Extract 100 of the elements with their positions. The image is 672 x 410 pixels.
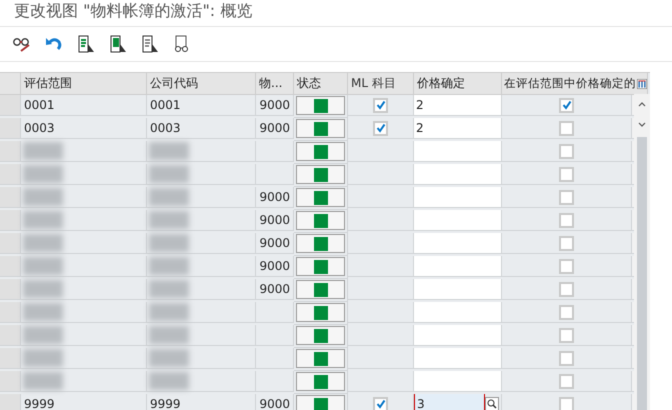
row-selector[interactable] <box>0 302 21 323</box>
row-selector[interactable] <box>0 371 21 392</box>
input-field[interactable] <box>414 187 501 207</box>
input-field[interactable] <box>414 325 501 345</box>
checkbox[interactable] <box>373 120 388 136</box>
document-arrow-icon[interactable] <box>76 34 96 54</box>
blur-mask <box>149 303 189 321</box>
checkbox[interactable] <box>559 396 574 410</box>
scrollbar[interactable] <box>634 94 650 410</box>
blur-mask <box>23 303 63 321</box>
status-button[interactable] <box>296 395 345 410</box>
column-settings-icon[interactable] <box>637 76 647 90</box>
row-selector[interactable] <box>0 210 21 231</box>
blur-mask <box>23 165 63 183</box>
table-cell: 9000 <box>256 394 294 410</box>
blur-mask <box>149 280 189 298</box>
blur-mask <box>149 326 189 344</box>
status-button[interactable] <box>296 257 345 276</box>
scroll-up-icon[interactable] <box>638 102 646 107</box>
row-selector[interactable] <box>0 118 21 139</box>
input-field[interactable] <box>414 302 501 322</box>
row-selector[interactable] <box>0 233 21 254</box>
document-arrow-icon[interactable] <box>108 34 128 54</box>
row-selector[interactable] <box>0 394 21 410</box>
checkbox[interactable] <box>559 144 574 158</box>
column-header[interactable]: 物... <box>256 73 294 95</box>
status-button[interactable] <box>296 326 345 345</box>
checkbox[interactable] <box>559 350 574 366</box>
input-field[interactable]: 2 <box>414 95 501 115</box>
status-button[interactable] <box>296 211 345 230</box>
checkbox[interactable] <box>559 212 574 228</box>
checkbox[interactable] <box>559 328 574 342</box>
row-selector[interactable] <box>0 325 21 346</box>
row-selector[interactable] <box>0 348 21 369</box>
input-field[interactable] <box>414 210 501 230</box>
row-selector[interactable] <box>0 256 21 277</box>
search-help-icon[interactable] <box>485 397 499 410</box>
checkbox[interactable] <box>559 166 574 182</box>
status-button[interactable] <box>296 372 345 391</box>
column-header[interactable]: ML 科目 <box>348 73 414 95</box>
table-cell: 9000 <box>256 256 294 277</box>
column-header[interactable]: 状态 <box>294 73 348 95</box>
input-field[interactable] <box>414 279 501 299</box>
input-field[interactable] <box>414 233 501 253</box>
status-button[interactable] <box>296 142 345 161</box>
status-button[interactable] <box>296 188 345 207</box>
column-header[interactable]: 价格确定 <box>414 73 502 95</box>
blur-mask <box>23 372 63 390</box>
column-header[interactable]: 公司代码 <box>147 73 256 95</box>
blur-mask <box>23 349 63 367</box>
table-cell: 9000 <box>256 279 294 300</box>
row-selector[interactable] <box>0 279 21 300</box>
blur-mask <box>23 280 63 298</box>
row-selector[interactable] <box>0 141 21 162</box>
input-field[interactable]: 3 <box>414 394 485 410</box>
checkbox[interactable] <box>559 236 574 250</box>
checkbox[interactable] <box>559 120 574 136</box>
row-selector[interactable] <box>0 187 21 208</box>
input-field[interactable] <box>414 256 501 276</box>
table-cell: 0003 <box>21 118 147 139</box>
status-button[interactable] <box>296 96 345 115</box>
checkbox[interactable] <box>559 98 574 112</box>
table-cell: 0001 <box>21 95 147 116</box>
status-button[interactable] <box>296 280 345 299</box>
blur-mask <box>149 257 189 275</box>
status-button[interactable] <box>296 303 345 322</box>
status-button[interactable] <box>296 119 345 138</box>
checkbox[interactable] <box>559 282 574 296</box>
blur-mask <box>23 142 63 160</box>
select-all-cell[interactable] <box>0 73 21 95</box>
input-field[interactable] <box>414 371 501 391</box>
blur-mask <box>149 234 189 252</box>
document-arrow-icon[interactable] <box>140 34 160 54</box>
input-field[interactable] <box>414 164 501 184</box>
status-button[interactable] <box>296 165 345 184</box>
blur-mask <box>149 211 189 229</box>
checkbox[interactable] <box>559 258 574 274</box>
table-cell: 9999 <box>147 394 256 410</box>
input-field[interactable] <box>414 348 501 368</box>
column-header[interactable]: 评估范围 <box>21 73 147 95</box>
checkbox[interactable] <box>373 396 388 410</box>
checkbox[interactable] <box>559 374 574 388</box>
scroll-down-icon[interactable] <box>638 122 646 127</box>
table-cell: 0001 <box>147 95 256 116</box>
status-button[interactable] <box>296 234 345 253</box>
input-field[interactable]: 2 <box>414 118 501 138</box>
blur-mask <box>149 372 189 390</box>
table-cell: 9000 <box>256 210 294 231</box>
checkbox[interactable] <box>559 190 574 204</box>
checkbox[interactable] <box>373 98 388 112</box>
checkbox[interactable] <box>559 304 574 320</box>
blur-mask <box>23 211 63 229</box>
status-button[interactable] <box>296 349 345 368</box>
table-cell: 9000 <box>256 233 294 254</box>
scrollbar-thumb[interactable] <box>637 137 647 410</box>
input-field[interactable] <box>414 141 501 161</box>
row-selector[interactable] <box>0 95 21 116</box>
row-selector[interactable] <box>0 164 21 185</box>
blur-mask <box>149 188 189 206</box>
table-cell: 9000 <box>256 95 294 116</box>
